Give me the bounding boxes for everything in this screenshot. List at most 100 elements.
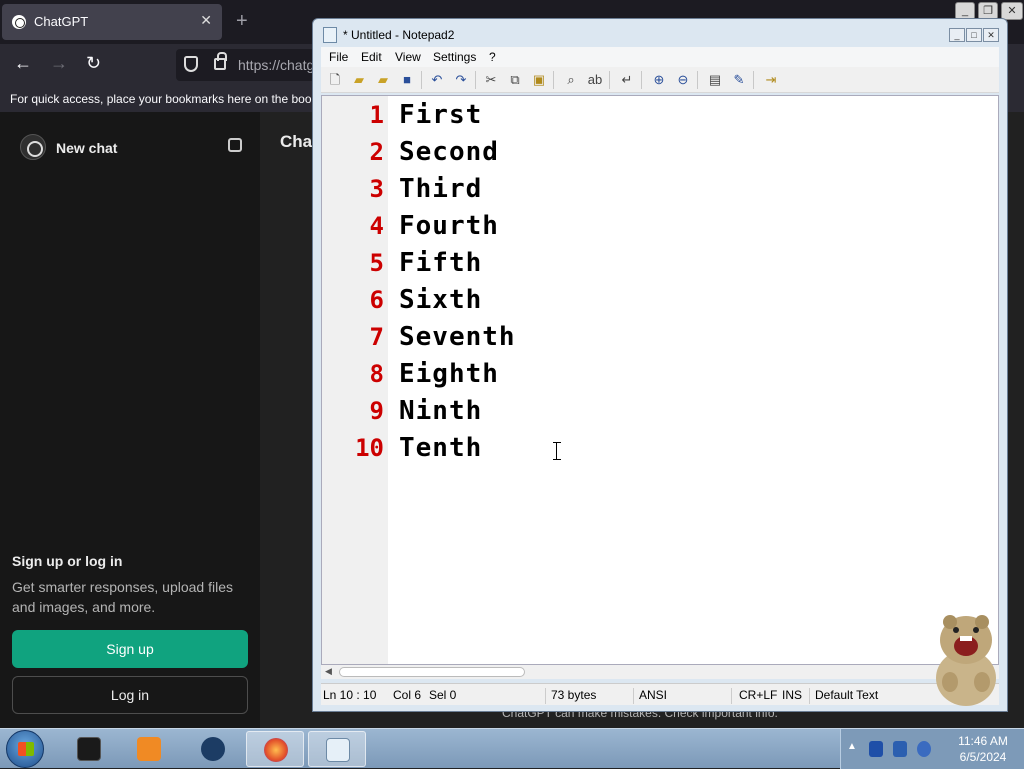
menu-file[interactable]: File xyxy=(329,50,348,64)
sign-up-button[interactable]: Sign up xyxy=(12,630,248,668)
taskbar-app-notepad2[interactable] xyxy=(308,731,366,767)
taskbar-app-media-player[interactable] xyxy=(120,731,178,767)
zoom-in-icon[interactable]: ⊕ xyxy=(651,72,667,88)
url-text[interactable]: https://chatg xyxy=(238,57,314,73)
open-folder-icon[interactable]: ▰ xyxy=(351,72,367,88)
show-hidden-icons-icon[interactable]: ▲ xyxy=(847,741,857,752)
text-line[interactable]: 1 First xyxy=(322,97,992,134)
menu-help[interactable]: ? xyxy=(489,50,496,64)
zoom-out-icon[interactable]: ⊖ xyxy=(675,72,691,88)
line-number: 7 xyxy=(369,323,384,351)
lock-icon[interactable] xyxy=(214,52,227,70)
back-arrow-icon[interactable]: ← xyxy=(14,53,32,74)
new-file-icon[interactable]: 🗋 xyxy=(327,72,343,88)
customize-icon[interactable]: ✎ xyxy=(731,72,747,88)
horizontal-scrollbar[interactable]: ◀ xyxy=(321,665,999,679)
firefox-icon xyxy=(264,738,288,762)
toolbar: 🗋 ▰ ▰ ■ ↶ ↷ ✂ ⧉ ▣ ⌕ ab ↵ ⊕ ⊖ ▤ ✎ ⇥ xyxy=(321,67,999,93)
line-text[interactable]: Sixth xyxy=(399,282,482,319)
text-line[interactable]: 6 Sixth xyxy=(322,282,992,319)
editor-area[interactable]: 1 First 2 Second 3 Third 4 Fourth 5 Fifth 6 Sixth 7 S… xyxy=(321,95,999,665)
menu-settings[interactable]: Settings xyxy=(433,50,476,64)
replace-icon[interactable]: ab xyxy=(587,72,603,88)
line-text[interactable]: Tenth xyxy=(399,430,482,467)
clock-date[interactable]: 6/5/2024 xyxy=(951,750,1015,764)
new-chat-label: New chat xyxy=(56,140,118,156)
undo-icon[interactable]: ↶ xyxy=(429,72,445,88)
close-button[interactable]: ✕ xyxy=(983,28,999,42)
tab-chatgpt[interactable]: ChatGPT ✕ xyxy=(2,4,222,40)
scrollbar-thumb[interactable] xyxy=(339,667,525,677)
status-sel: Sel 0 xyxy=(429,688,457,702)
scheme-icon[interactable]: ▤ xyxy=(707,72,723,88)
status-eol[interactable]: CR+LF xyxy=(739,688,777,702)
notepad-icon xyxy=(326,738,350,762)
compose-icon[interactable] xyxy=(228,138,242,152)
exit-icon[interactable]: ⇥ xyxy=(763,72,779,88)
outer-close-button[interactable]: ✕ xyxy=(1001,2,1023,20)
line-number: 1 xyxy=(369,101,384,129)
menu-view[interactable]: View xyxy=(395,50,421,64)
new-chat-button[interactable]: New chat xyxy=(12,132,248,164)
volume-icon[interactable] xyxy=(917,741,931,757)
new-tab-button[interactable]: + xyxy=(236,10,248,33)
text-line[interactable]: 3 Third xyxy=(322,171,992,208)
network-icon[interactable] xyxy=(893,741,907,757)
scroll-left-icon[interactable]: ◀ xyxy=(325,666,332,677)
security-shield-icon[interactable] xyxy=(869,741,883,757)
line-text[interactable]: Eighth xyxy=(399,356,499,393)
reload-icon[interactable]: ↻ xyxy=(86,53,101,74)
redo-icon[interactable]: ↷ xyxy=(453,72,469,88)
line-number: 8 xyxy=(369,360,384,388)
text-line[interactable]: 7 Seventh xyxy=(322,319,992,356)
status-position: Ln 10 : 10 xyxy=(323,688,377,702)
line-text[interactable]: Fourth xyxy=(399,208,499,245)
menu-edit[interactable]: Edit xyxy=(361,50,382,64)
globe-icon xyxy=(201,737,225,761)
line-text[interactable]: Fifth xyxy=(399,245,482,282)
text-line[interactable]: 9 Ninth xyxy=(322,393,992,430)
line-number: 10 xyxy=(355,434,384,462)
terminal-icon xyxy=(77,737,101,761)
line-text[interactable]: Ninth xyxy=(399,393,482,430)
line-text[interactable]: First xyxy=(399,97,482,134)
log-in-button[interactable]: Log in xyxy=(12,676,248,714)
taskbar-app-network[interactable] xyxy=(184,731,242,767)
notepad-title: * Untitled - Notepad2 xyxy=(343,28,455,42)
find-icon[interactable]: ⌕ xyxy=(563,72,579,88)
chatgpt-sidebar: New chat Sign up or log in Get smarter r… xyxy=(0,112,260,728)
gopher-mascot-icon xyxy=(936,615,996,706)
line-number: 5 xyxy=(369,249,384,277)
media-player-icon xyxy=(137,737,161,761)
maximize-button[interactable]: □ xyxy=(966,28,982,42)
word-wrap-icon[interactable]: ↵ xyxy=(619,72,635,88)
forward-arrow-icon[interactable]: → xyxy=(50,53,68,74)
line-text[interactable]: Third xyxy=(399,171,482,208)
clock-time[interactable]: 11:46 AM xyxy=(951,734,1015,748)
status-scheme[interactable]: Default Text xyxy=(815,688,878,702)
text-line[interactable]: 10 Tenth xyxy=(322,430,992,467)
shield-icon[interactable] xyxy=(184,56,198,72)
taskbar-app-firefox[interactable] xyxy=(246,731,304,767)
minimize-button[interactable]: _ xyxy=(949,28,965,42)
paste-icon[interactable]: ▣ xyxy=(531,72,547,88)
status-ins[interactable]: INS xyxy=(782,688,802,702)
line-text[interactable]: Second xyxy=(399,134,499,171)
browse-icon[interactable]: ▰ xyxy=(375,72,391,88)
text-line[interactable]: 2 Second xyxy=(322,134,992,171)
taskbar-app-terminal[interactable] xyxy=(60,731,118,767)
chatgpt-favicon-icon xyxy=(12,15,26,29)
text-line[interactable]: 4 Fourth xyxy=(322,208,992,245)
line-text[interactable]: Seventh xyxy=(399,319,516,356)
signin-subtext: Get smarter responses, upload files and … xyxy=(12,579,233,615)
cut-icon[interactable]: ✂ xyxy=(483,72,499,88)
tab-close-icon[interactable]: ✕ xyxy=(200,12,212,29)
status-encoding[interactable]: ANSI xyxy=(639,688,667,702)
save-icon[interactable]: ■ xyxy=(399,72,415,88)
text-line[interactable]: 8 Eighth xyxy=(322,356,992,393)
notepad-titlebar[interactable]: * Untitled - Notepad2 _ □ ✕ xyxy=(313,19,1007,49)
start-button[interactable] xyxy=(6,730,44,768)
text-line[interactable]: 5 Fifth xyxy=(322,245,992,282)
copy-icon[interactable]: ⧉ xyxy=(507,72,523,88)
system-tray: ▲ 11:46 AM 6/5/2024 xyxy=(840,729,1024,769)
